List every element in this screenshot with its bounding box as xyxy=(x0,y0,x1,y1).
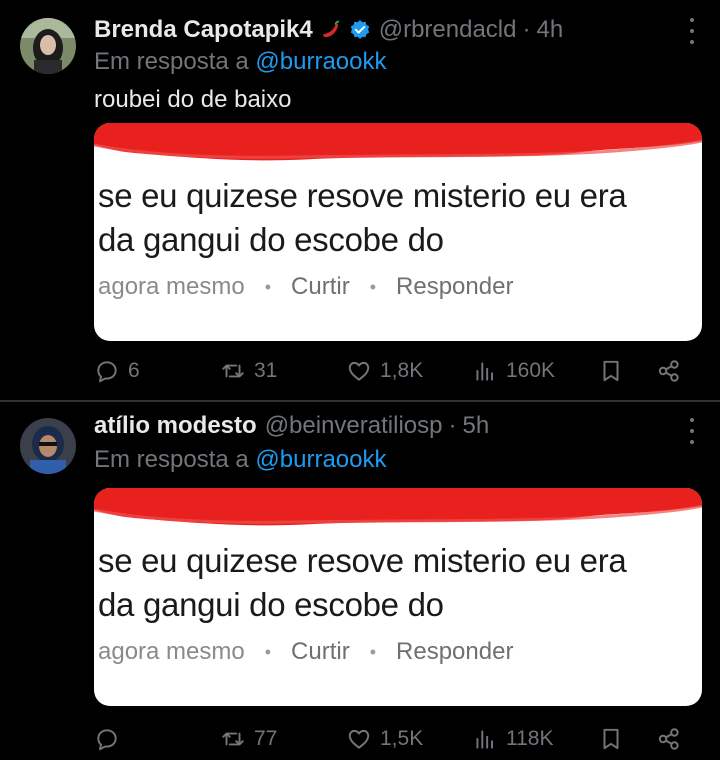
reply-mention[interactable]: @burraookk xyxy=(255,48,386,75)
like-count: 1,8K xyxy=(380,359,424,382)
views-icon xyxy=(476,730,494,749)
red-scribble xyxy=(94,123,702,161)
comment-like-label: Curtir xyxy=(291,638,350,665)
comment-meta: agora mesmo • Curtir • Responder xyxy=(98,638,513,666)
reply-prefix: Em resposta a xyxy=(94,48,249,75)
meta-separator: • xyxy=(369,641,377,662)
views-count: 118K xyxy=(506,727,554,750)
retweet-count: 31 xyxy=(254,359,278,382)
reply-icon xyxy=(97,729,117,751)
reply-context: Em resposta a @burraookk xyxy=(94,48,387,76)
tweet-media[interactable]: se eu quizese resove misterio eu era da … xyxy=(94,123,702,341)
share-button[interactable] xyxy=(656,354,682,388)
comment-line-1: se eu quizese resove misterio eu era xyxy=(98,542,627,579)
separator-dot: · xyxy=(448,412,457,439)
more-icon[interactable] xyxy=(682,18,702,44)
chili-pepper-icon xyxy=(319,18,343,42)
tweet-header: Brenda Capotapik4 @rbrendacld · 4h xyxy=(94,14,563,46)
comment-line-2: da gangui do escobe do xyxy=(98,221,444,258)
meta-separator: • xyxy=(264,641,272,662)
avatar[interactable] xyxy=(20,18,76,74)
more-icon[interactable] xyxy=(682,418,702,444)
like-icon xyxy=(348,361,370,381)
comment-reply-label: Responder xyxy=(396,638,514,665)
views-button[interactable]: 160K xyxy=(472,354,555,388)
like-button[interactable]: 1,8K xyxy=(346,354,423,388)
author-handle[interactable]: @beinveratiliosp xyxy=(265,412,443,440)
red-scribble xyxy=(94,488,702,526)
reply-count: 6 xyxy=(128,359,140,382)
comment-reply-label: Responder xyxy=(396,273,514,300)
author-handle[interactable]: @rbrendacld xyxy=(379,16,517,44)
action-bar: 77 1,5K 118K xyxy=(94,722,694,756)
share-icon xyxy=(658,728,679,750)
comment-like-label: Curtir xyxy=(291,273,350,300)
share-icon xyxy=(658,360,679,382)
bookmark-icon xyxy=(603,728,619,750)
reply-icon xyxy=(97,361,117,383)
comment-line-1: se eu quizese resove misterio eu era xyxy=(98,177,627,214)
tweet-text: roubei do de baixo xyxy=(94,86,292,113)
share-button[interactable] xyxy=(656,722,682,756)
tweet[interactable]: atílio modesto @beinveratiliosp · 5h Em … xyxy=(0,402,720,760)
timestamp[interactable]: 5h xyxy=(462,412,489,440)
like-count: 1,5K xyxy=(380,727,424,750)
comment-line-2: da gangui do escobe do xyxy=(98,586,444,623)
views-button[interactable]: 118K xyxy=(472,722,554,756)
author-name[interactable]: atílio modesto xyxy=(94,412,257,440)
comment-time: agora mesmo xyxy=(98,273,245,300)
views-icon xyxy=(476,362,494,381)
reply-prefix: Em resposta a xyxy=(94,446,249,473)
bookmark-button[interactable] xyxy=(598,354,624,388)
like-icon xyxy=(348,729,370,749)
tweet-media[interactable]: se eu quizese resove misterio eu era da … xyxy=(94,488,702,706)
comment-time: agora mesmo xyxy=(98,638,245,665)
retweet-count: 77 xyxy=(254,727,278,750)
tweet-header: atílio modesto @beinveratiliosp · 5h xyxy=(94,410,489,442)
timestamp[interactable]: 4h xyxy=(536,16,563,44)
bookmark-icon xyxy=(603,360,619,382)
like-button[interactable]: 1,5K xyxy=(346,722,423,756)
tweet[interactable]: Brenda Capotapik4 @rbrendacld · 4h Em re… xyxy=(0,0,720,400)
meta-separator: • xyxy=(369,276,377,297)
retweet-icon xyxy=(222,364,244,378)
author-name[interactable]: Brenda Capotapik4 xyxy=(94,16,313,44)
verified-icon xyxy=(349,19,371,41)
reply-context: Em resposta a @burraookk xyxy=(94,446,387,474)
retweet-icon xyxy=(222,732,244,746)
retweet-button[interactable]: 77 xyxy=(220,722,277,756)
reply-button[interactable]: 6 xyxy=(94,354,140,388)
retweet-button[interactable]: 31 xyxy=(220,354,277,388)
reply-button[interactable] xyxy=(94,722,128,756)
bookmark-button[interactable] xyxy=(598,722,624,756)
comment-meta: agora mesmo • Curtir • Responder xyxy=(98,273,513,301)
reply-mention[interactable]: @burraookk xyxy=(255,446,386,473)
views-count: 160K xyxy=(506,359,556,382)
action-bar: 6 31 1,8K 160K xyxy=(94,354,694,388)
meta-separator: • xyxy=(264,276,272,297)
separator-dot: · xyxy=(522,16,531,43)
avatar[interactable] xyxy=(20,418,76,474)
